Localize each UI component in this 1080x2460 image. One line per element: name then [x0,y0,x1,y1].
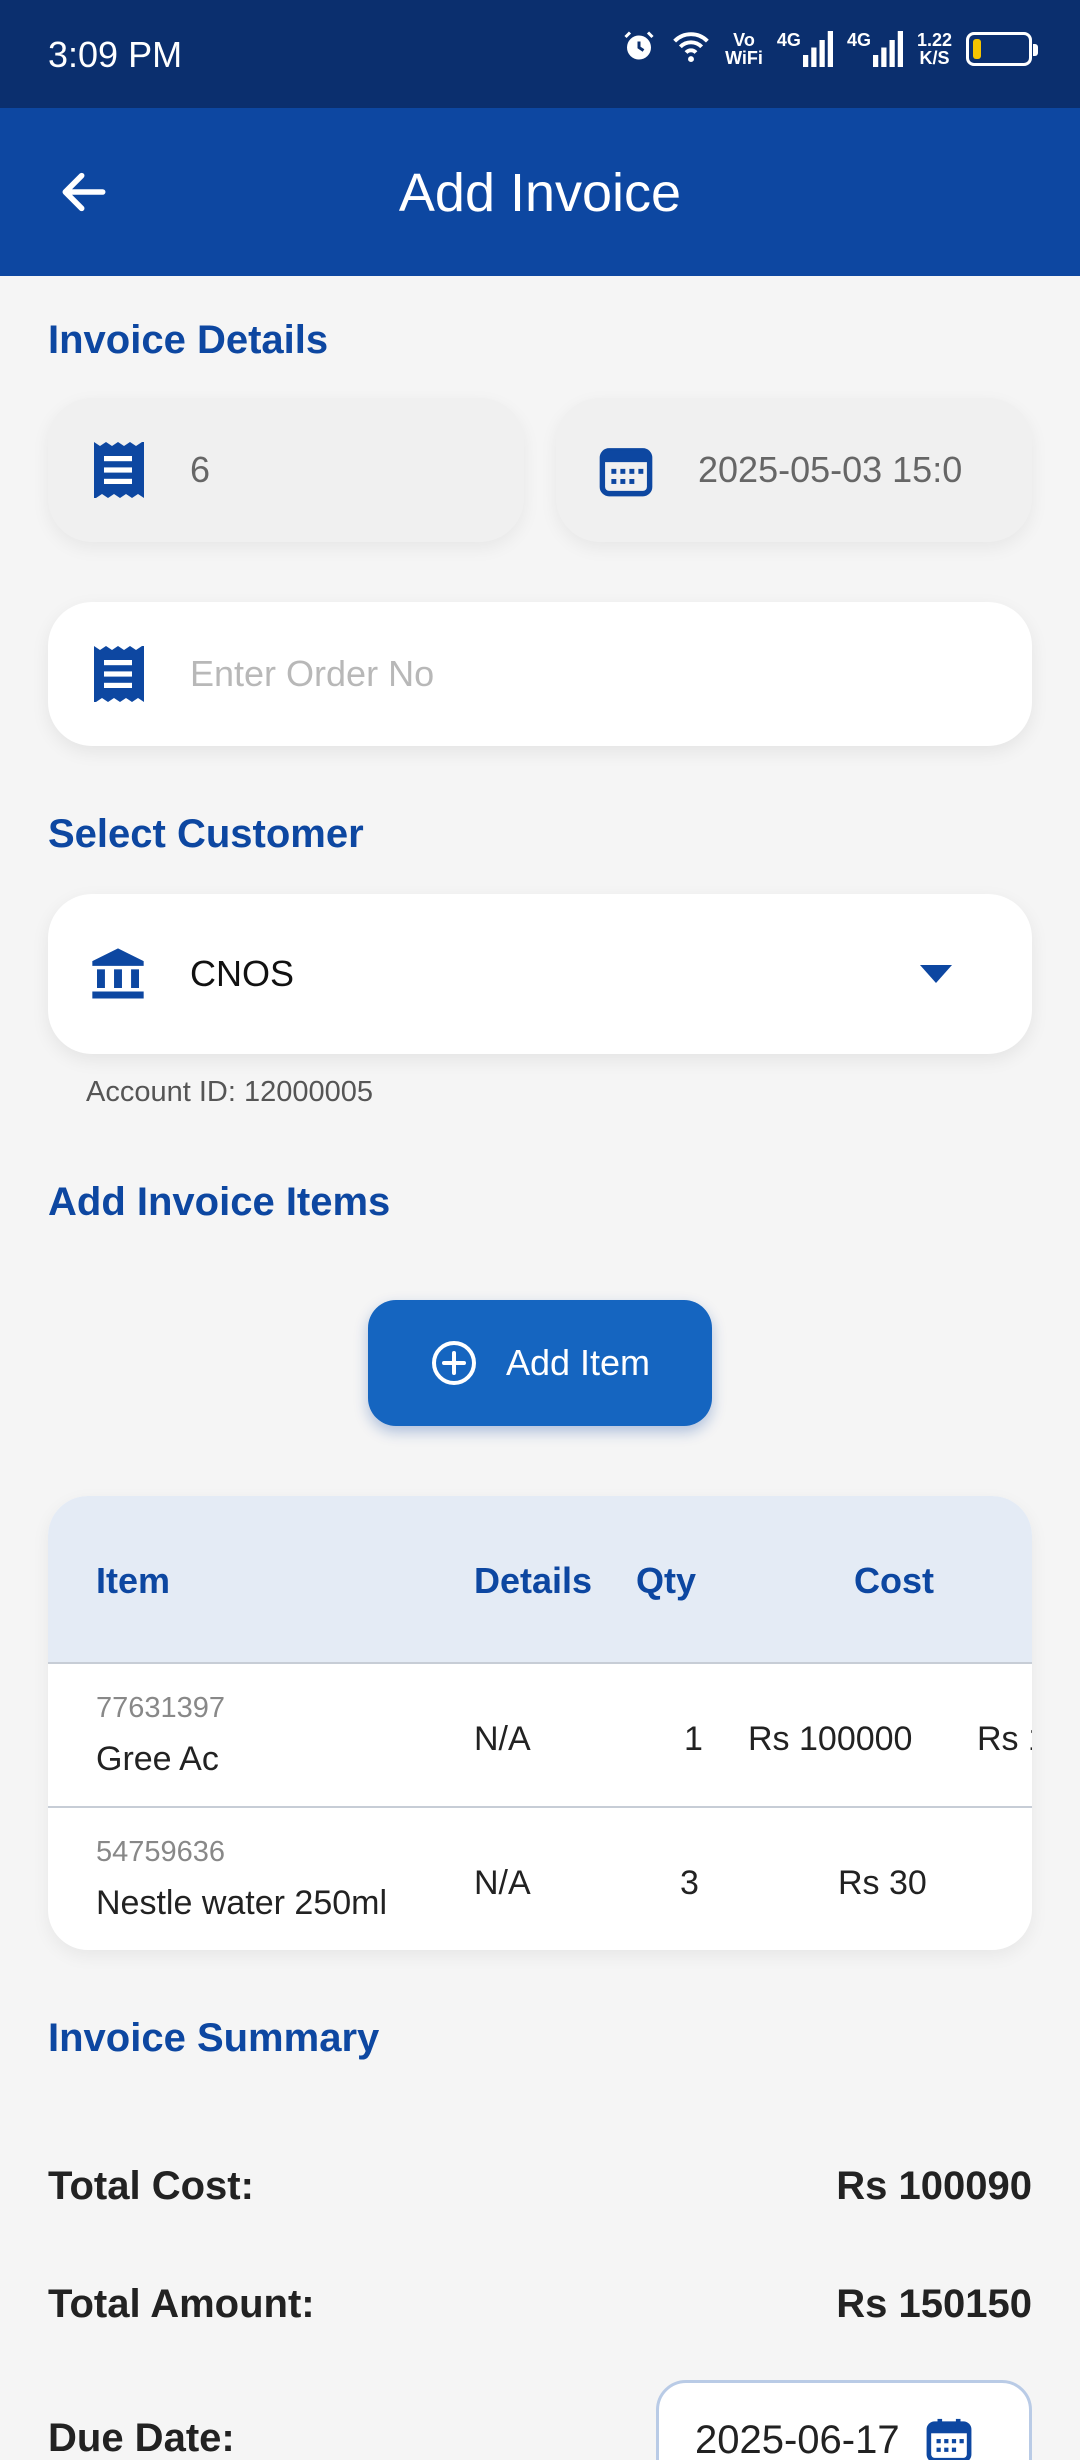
bank-icon [90,946,146,1002]
item-cost: Rs 30 [838,1864,927,1902]
item-amount: Rs 1 [977,1720,1032,1758]
add-item-button[interactable]: Add Item [368,1300,712,1426]
volte-indicator: Vo WiFi [725,29,763,68]
page-title: Add Invoice [398,163,682,223]
invoice-date-value: 2025-05-03 15:0 [698,449,963,490]
wifi-icon [671,28,711,69]
order-number-input[interactable] [190,653,950,695]
table-header: Item Details Qty Cost [48,1496,1032,1664]
invoice-items-table: Item Details Qty Cost 77631397 Gree Ac N… [48,1496,1032,1950]
battery-icon [966,31,1038,66]
app-bar: Add Invoice [0,108,1080,276]
invoice-details-title: Invoice Details [48,318,329,362]
status-icons: Vo WiFi 4G 4G 1.22 K/S [621,28,1038,69]
network-speed: 1.22 K/S [916,29,952,68]
invoice-summary-title: Invoice Summary [48,2016,380,2060]
signal-sim2: 4G [847,30,903,67]
battery-level [973,38,981,59]
receipt-icon [90,646,146,702]
invoice-number-value: 6 [190,449,211,490]
item-name: Gree Ac [96,1740,219,1778]
alarm-icon [621,28,657,69]
account-id: Account ID: 12000005 [86,1076,373,1108]
due-date-label: Due Date: [48,2416,235,2460]
due-date-value: 2025-06-17 [695,2417,900,2460]
item-code: 77631397 [96,1692,226,1724]
table-row[interactable]: 54759636 Nestle water 250ml N/A 3 Rs 30 [48,1808,1032,1950]
plus-circle-icon [431,1341,476,1385]
caret-down-icon [920,965,952,983]
table-row[interactable]: 77631397 Gree Ac N/A 1 Rs 100000 Rs 1 [48,1664,1032,1808]
status-bar: 3:09 PM Vo WiFi 4G 4G 1.22 K/S [0,0,1080,108]
select-customer-title: Select Customer [48,812,364,856]
total-amount-label: Total Amount: [48,2282,315,2326]
item-code: 54759636 [96,1836,226,1868]
total-cost-value: Rs 100090 [836,2164,1032,2208]
invoice-date-field[interactable]: 2025-05-03 15:0 [556,398,1032,542]
selected-customer: CNOS [190,953,295,994]
signal-bars-icon [802,30,833,67]
add-item-label: Add Item [505,1342,651,1383]
item-name: Nestle water 250ml [96,1884,388,1922]
invoice-number-field[interactable]: 6 [48,398,524,542]
header-cost: Cost [854,1560,934,1601]
header-details: Details [474,1560,593,1601]
signal-sim1: 4G [777,30,833,67]
header-qty: Qty [636,1560,697,1601]
status-time: 3:09 PM [48,34,183,75]
customer-dropdown[interactable]: CNOS [48,894,1032,1054]
item-details: N/A [474,1864,531,1902]
order-number-field[interactable] [48,602,1032,746]
item-qty: 1 [684,1720,703,1758]
total-amount-value: Rs 150150 [836,2282,1032,2326]
due-date-field[interactable]: 2025-06-17 [656,2380,1032,2460]
item-details: N/A [474,1720,531,1758]
signal-bars-icon [872,30,903,67]
add-invoice-items-title: Add Invoice Items [48,1180,391,1224]
calendar-icon [926,2418,972,2460]
receipt-icon [90,442,146,498]
header-item: Item [96,1560,171,1601]
item-cost: Rs 100000 [748,1720,913,1758]
item-qty: 3 [680,1864,699,1902]
calendar-icon [598,442,654,498]
total-cost-label: Total Cost: [48,2164,254,2208]
